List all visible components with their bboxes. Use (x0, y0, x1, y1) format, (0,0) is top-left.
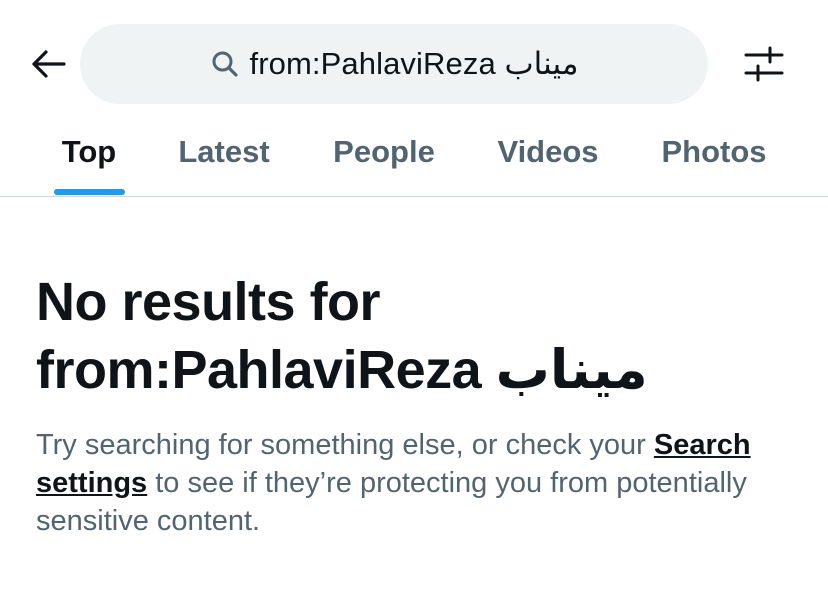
tab-photos[interactable]: Photos (642, 108, 786, 196)
arrow-left-icon (32, 50, 66, 78)
empty-state: No results for from:PahlaviReza ميناب Tr… (36, 268, 806, 540)
tab-people[interactable]: People (314, 108, 454, 196)
tab-latest[interactable]: Latest (158, 108, 290, 196)
tab-top[interactable]: Top (44, 108, 134, 196)
empty-state-title-line2: from:PahlaviReza ميناب (36, 340, 648, 400)
sliders-icon (744, 46, 784, 82)
empty-state-title: No results for from:PahlaviReza ميناب (36, 268, 806, 404)
empty-state-message-part1: Try searching for something else, or che… (36, 429, 654, 461)
tab-videos[interactable]: Videos (478, 108, 618, 196)
search-input[interactable]: from:PahlaviReza ميناب (80, 24, 708, 104)
search-icon (210, 49, 240, 79)
back-button[interactable] (24, 40, 72, 88)
active-tab-indicator (54, 189, 125, 195)
search-filters-button[interactable] (738, 40, 790, 88)
search-tabs: Top Latest People Videos Photos (0, 108, 828, 197)
empty-state-message: Try searching for something else, or che… (36, 426, 806, 540)
empty-state-title-line1: No results for (36, 272, 381, 332)
search-query-text: from:PahlaviReza ميناب (249, 46, 579, 81)
